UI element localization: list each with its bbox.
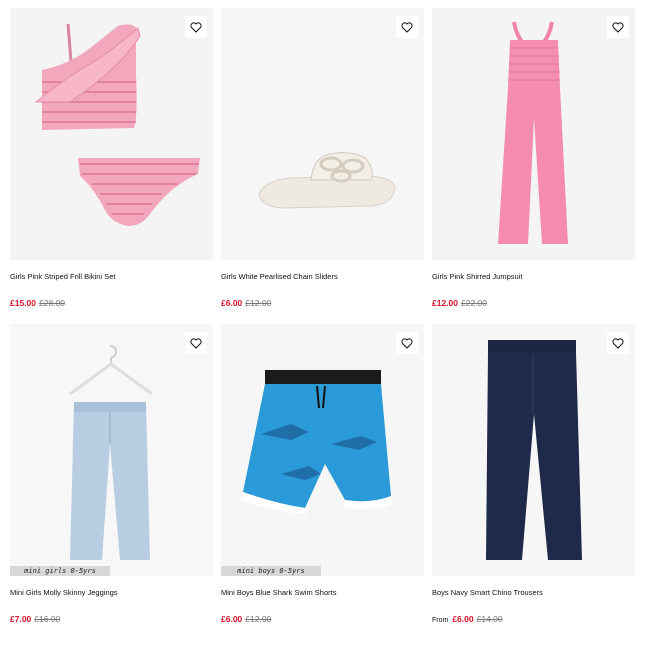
age-range-badge: mini girls 0-5yrs [10,566,110,576]
product-price: £12.00 £22.00 [432,298,487,308]
price-from-label: From [432,617,449,624]
swim-shorts-image [221,324,424,576]
wishlist-heart-icon[interactable] [607,16,629,38]
product-price: £6.00 £12.00 [221,298,271,308]
sale-price: £12.00 [432,298,458,308]
wishlist-heart-icon[interactable] [396,16,418,38]
slider-sandal-image [221,8,424,260]
product-image[interactable] [432,324,635,576]
original-price: £12.00 [245,614,272,624]
sale-price: £15.00 [10,298,36,308]
jumpsuit-image [432,8,635,260]
sale-price: £6.00 [221,614,243,624]
product-image[interactable]: mini boys 0-5yrs [221,324,424,576]
original-price: £28.00 [39,298,65,308]
product-image[interactable]: mini girls 0-5yrs [10,324,213,576]
wishlist-heart-icon[interactable] [185,16,207,38]
product-price: £7.00 £16.00 [10,614,60,624]
chino-trousers-image [432,324,635,576]
sale-price: £6.00 [452,614,474,624]
product-title[interactable]: Mini Boys Blue Shark Swim Shorts [221,588,336,597]
product-image[interactable] [221,8,424,260]
product-title[interactable]: Boys Navy Smart Chino Trousers [432,588,543,597]
product-card[interactable]: mini boys 0-5yrs Mini Boys Blue Shark Sw… [221,324,424,624]
age-range-badge: mini boys 0-5yrs [221,566,321,576]
product-card[interactable]: Girls White Pearlised Chain Sliders £6.0… [221,8,424,308]
wishlist-heart-icon[interactable] [185,332,207,354]
product-card[interactable]: mini girls 0-5yrs Mini Girls Molly Skinn… [10,324,213,624]
product-price: £15.00 £28.00 [10,298,65,308]
product-title[interactable]: Girls Pink Striped Frill Bikini Set [10,272,115,281]
wishlist-heart-icon[interactable] [607,332,629,354]
original-price: £22.00 [461,298,487,308]
bikini-set-image [10,8,213,260]
product-title[interactable]: Girls Pink Shirred Jumpsuit [432,272,522,281]
product-image[interactable] [10,8,213,260]
wishlist-heart-icon[interactable] [396,332,418,354]
original-price: £16.00 [34,614,61,624]
sale-price: £7.00 [10,614,32,624]
product-title[interactable]: Girls White Pearlised Chain Sliders [221,272,338,281]
original-price: £14.00 [476,614,503,624]
jeans-on-hanger-image [10,324,213,576]
product-title[interactable]: Mini Girls Molly Skinny Jeggings [10,588,118,597]
product-price: From £6.00 £14.00 [432,614,503,624]
product-price: £6.00 £12.00 [221,614,271,624]
product-card[interactable]: Boys Navy Smart Chino Trousers From £6.00… [432,324,635,624]
product-card[interactable]: Girls Pink Shirred Jumpsuit £12.00 £22.00 [432,8,635,308]
product-card[interactable]: Girls Pink Striped Frill Bikini Set £15.… [10,8,213,308]
sale-price: £6.00 [221,298,243,308]
product-image[interactable] [432,8,635,260]
original-price: £12.00 [245,298,272,308]
